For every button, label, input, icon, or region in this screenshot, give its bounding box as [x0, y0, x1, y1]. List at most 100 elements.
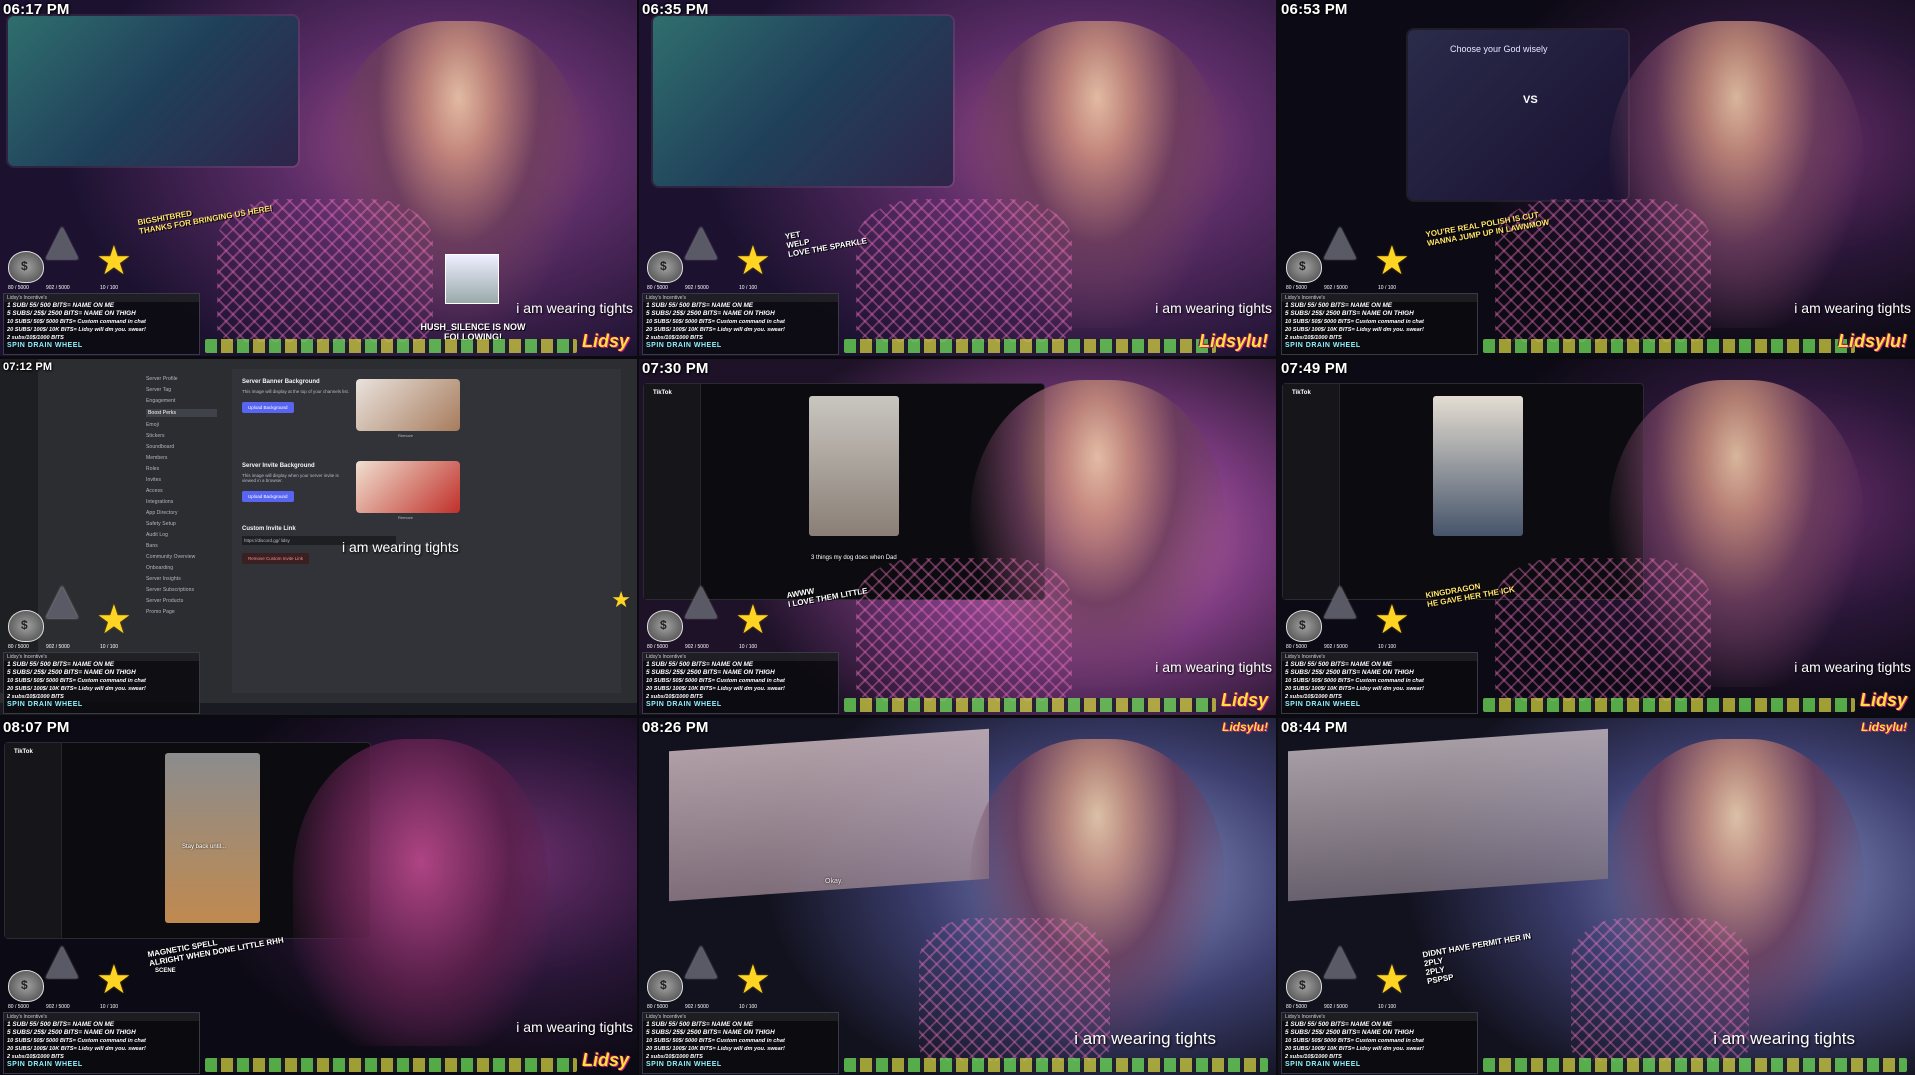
money-bag-icon: [647, 610, 683, 642]
sub-counter: 80 / 5000: [1286, 644, 1307, 650]
incentive-line: 20 SUBS/ 100$/ 10K BITS= Lidsy will dm y…: [646, 327, 785, 333]
bits-counter: 902 / 5000: [1324, 285, 1348, 291]
fishnet-pattern: [855, 199, 1073, 342]
incentive-line: 5 SUBS/ 25$/ 2500 BITS= NAME ON THIGH: [1285, 1029, 1414, 1036]
incentive-line: 10 SUBS/ 50$/ 5000 BITS= Custom command …: [646, 1038, 785, 1044]
money-bag-icon: [1286, 251, 1322, 283]
brand-logo: Lidsylu!: [1198, 331, 1268, 351]
remove-invite-link[interactable]: Remove: [398, 515, 413, 520]
frame-timestamp: 06:53 PM: [1281, 1, 1348, 18]
caption-text: i am wearing tights: [1074, 1029, 1216, 1048]
gem-icon: [1324, 586, 1356, 618]
incentive-box: Lidsy's Incentive's 1 SUB/ 55/ 500 BITS=…: [642, 652, 839, 714]
stream-hud: ★ 80 / 5000 902 / 5000 10 / 100 Lidsy's …: [639, 946, 839, 1075]
money-bag-icon: [8, 610, 44, 642]
nav-item-audit-log[interactable]: Audit Log: [146, 532, 225, 538]
nav-item-boost-perks[interactable]: Boost Perks: [146, 409, 217, 417]
caption-text: i am wearing tights: [1155, 300, 1272, 316]
nav-item-server-profile[interactable]: Server Profile: [146, 376, 225, 382]
star-icon: ★: [96, 239, 132, 283]
bits-counter: 902 / 5000: [46, 644, 70, 650]
goal-counter: 10 / 100: [739, 1004, 758, 1010]
frame-timestamp: 07:30 PM: [642, 360, 709, 377]
star-icon: ★: [735, 958, 771, 1002]
nav-item-community-overview[interactable]: Community Overview: [146, 554, 225, 560]
nav-item-integrations[interactable]: Integrations: [146, 499, 225, 505]
frame-tile-7: TikTok Stay back until... 08:07 PM MAGNE…: [0, 718, 637, 1075]
nav-item-engagement[interactable]: Engagement: [146, 398, 225, 404]
nav-item-roles[interactable]: Roles: [146, 466, 225, 472]
incentive-line: 1 SUB/ 55/ 500 BITS= NAME ON ME: [1285, 661, 1393, 668]
incentive-box: Lidsy's Incentive's 1 SUB/ 55/ 500 BITS=…: [1281, 652, 1478, 714]
upload-banner-button[interactable]: Upload Background: [242, 402, 294, 413]
banner-text: This image will display at the top of yo…: [242, 389, 350, 394]
upload-invite-button[interactable]: Upload Background: [242, 491, 294, 502]
video-player[interactable]: [1433, 396, 1523, 536]
nav-item-soundboard[interactable]: Soundboard: [146, 444, 225, 450]
incentive-line: 20 SUBS/ 100$/ 10K BITS= Lidsy will dm y…: [1285, 327, 1424, 333]
nav-item-members[interactable]: Members: [146, 455, 225, 461]
incentive-title: Lidsy's Incentive's: [1282, 653, 1477, 661]
tiktok-logo: TikTok: [14, 749, 33, 755]
nav-item-bans[interactable]: Bans: [146, 543, 225, 549]
sub-counter: 80 / 5000: [8, 1004, 29, 1010]
tiktok-logo: TikTok: [1292, 390, 1311, 396]
incentive-title: Lidsy's Incentive's: [4, 653, 199, 661]
frame-tile-4: Server Profile Server Tag Engagement Boo…: [0, 359, 637, 715]
incentive-title: Lidsy's Incentive's: [4, 294, 199, 302]
sub-counter: 80 / 5000: [1286, 285, 1307, 291]
brand-logo: Lidsylu!: [1837, 331, 1907, 351]
stream-hud: ★ 80 / 5000 902 / 5000 10 / 100 Lidsy's …: [639, 227, 839, 356]
wheel-label: SPIN DRAIN WHEEL: [1285, 701, 1361, 708]
gem-icon: [46, 227, 78, 259]
video-player[interactable]: [165, 753, 260, 923]
emote-strip: [205, 1058, 577, 1072]
nav-item-server-insights[interactable]: Server Insights: [146, 576, 225, 582]
brand-logo: Lidsy: [581, 1050, 629, 1070]
nav-item-server-tag[interactable]: Server Tag: [146, 387, 225, 393]
bits-counter: 902 / 5000: [46, 285, 70, 291]
brand-logo: Lidsylu!: [1860, 720, 1907, 734]
incentive-line: 1 SUB/ 55/ 500 BITS= NAME ON ME: [7, 661, 115, 668]
caption-text: i am wearing tights: [1794, 659, 1911, 675]
stream-hud: ★ 80 / 5000 902 / 5000 10 / 100 Lidsy's …: [0, 586, 200, 715]
bits-counter: 902 / 5000: [685, 285, 709, 291]
bits-counter: 902 / 5000: [1324, 1004, 1348, 1010]
nav-item-invites[interactable]: Invites: [146, 477, 225, 483]
nav-item-safety-setup[interactable]: Safety Setup: [146, 521, 225, 527]
incentive-line: 5 SUBS/ 25$/ 2500 BITS= NAME ON THIGH: [646, 1029, 775, 1036]
incentive-title: Lidsy's Incentive's: [4, 1013, 199, 1021]
incentive-line: 20 SUBS/ 100$/ 10K BITS= Lidsy will dm y…: [1285, 1046, 1424, 1052]
emote-strip: [844, 339, 1216, 353]
incentive-line: 1 SUB/ 55/ 500 BITS= NAME ON ME: [7, 1021, 115, 1028]
frame-tile-9: 08:44 PM Lidsylu! DIDNT HAVE PERMIT HER …: [1278, 718, 1915, 1075]
fishnet-pattern: [216, 199, 434, 342]
nav-item-server-subscriptions[interactable]: Server Subscriptions: [146, 587, 225, 593]
wheel-label: SPIN DRAIN WHEEL: [646, 1061, 722, 1068]
sub-counter: 80 / 5000: [8, 285, 29, 291]
bits-counter: 902 / 5000: [1324, 644, 1348, 650]
money-bag-icon: [8, 970, 44, 1002]
remove-banner-link[interactable]: Remove: [398, 433, 413, 438]
incentive-line: 2 subs/10$/1000 BITS: [646, 694, 703, 700]
incentive-line: 20 SUBS/ 100$/ 10K BITS= Lidsy will dm y…: [1285, 686, 1424, 692]
money-bag-icon: [647, 970, 683, 1002]
wheel-label: SPIN DRAIN WHEEL: [1285, 1061, 1361, 1068]
video-player[interactable]: [809, 396, 899, 536]
nav-item-access[interactable]: Access: [146, 488, 225, 494]
nav-item-stickers[interactable]: Stickers: [146, 433, 225, 439]
frame-tile-3: Choose your God wisely VS 06:53 PM YOU'R…: [1278, 0, 1915, 356]
nav-item-onboarding[interactable]: Onboarding: [146, 565, 225, 571]
goal-counter: 10 / 100: [100, 285, 119, 291]
nav-item-emoji[interactable]: Emoji: [146, 422, 225, 428]
nav-item-app-directory[interactable]: App Directory: [146, 510, 225, 516]
incentive-title: Lidsy's Incentive's: [643, 653, 838, 661]
gem-icon: [1324, 227, 1356, 259]
frame-timestamp: 07:12 PM: [3, 361, 53, 373]
sub-counter: 80 / 5000: [8, 644, 29, 650]
remove-invite-link-button[interactable]: Remove Custom Invite Link: [242, 553, 310, 564]
incentive-box: Lidsy's Incentive's 1 SUB/ 55/ 500 BITS=…: [3, 652, 200, 714]
caption-text: i am wearing tights: [1794, 300, 1911, 316]
incentive-box: Lidsy's Incentive's 1 SUB/ 55/ 500 BITS=…: [3, 293, 200, 355]
incentive-title: Lidsy's Incentive's: [1282, 1013, 1477, 1021]
